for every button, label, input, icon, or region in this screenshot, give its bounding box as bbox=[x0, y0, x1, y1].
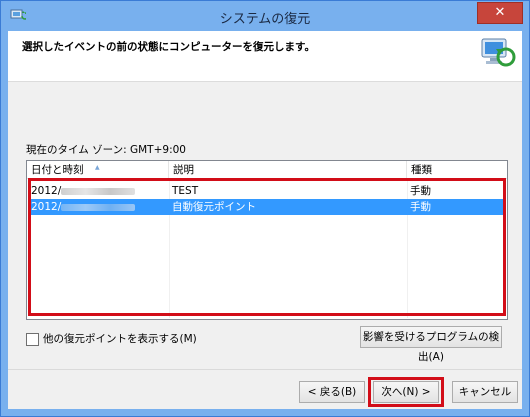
instruction-text: 選択したイベントの前の状態にコンピューターを復元します。 bbox=[22, 41, 315, 53]
table-row[interactable]: 2012/ TEST 手動 bbox=[28, 183, 506, 199]
blurred-timestamp bbox=[61, 203, 136, 211]
dialog-header: 選択したイベントの前の状態にコンピューターを復元します。 bbox=[8, 31, 522, 82]
show-more-label: 他の復元ポイントを表示する(M) bbox=[43, 333, 197, 345]
column-header-type[interactable]: 種類 bbox=[407, 161, 507, 179]
column-header-description[interactable]: 説明 bbox=[169, 161, 407, 179]
date-cell: 2012/ bbox=[28, 183, 169, 199]
column-header-date-label: 日付と時刻 bbox=[31, 164, 84, 176]
footer-separator bbox=[8, 369, 522, 370]
table-row-selected[interactable]: 2012/ 自動復元ポイント 手動 bbox=[28, 199, 506, 215]
type-cell: 手動 bbox=[410, 201, 431, 213]
close-button[interactable]: ✕ bbox=[477, 2, 523, 24]
window-title: システムの復元 bbox=[219, 12, 311, 27]
show-more-restore-points[interactable]: 他の復元ポイントを表示する(M) bbox=[26, 331, 197, 346]
description-cell: 自動復元ポイント bbox=[172, 201, 256, 213]
cancel-button[interactable]: キャンセル bbox=[452, 381, 518, 403]
system-restore-window: システムの復元 ✕ 選択したイベントの前の状態にコンピューターを復元します。 現… bbox=[0, 0, 530, 417]
back-button[interactable]: < 戻る(B) bbox=[299, 381, 365, 403]
detect-affected-programs-button[interactable]: 影響を受けるプログラムの検出(A) bbox=[360, 326, 502, 363]
column-header-date[interactable]: 日付と時刻 ▲ bbox=[27, 161, 169, 179]
type-cell: 手動 bbox=[410, 185, 431, 197]
show-more-checkbox[interactable] bbox=[26, 332, 39, 346]
blurred-timestamp bbox=[61, 187, 136, 195]
date-text: 2012/ bbox=[31, 201, 62, 213]
title-bar[interactable]: システムの復元 ✕ bbox=[1, 1, 529, 31]
date-cell: 2012/ bbox=[28, 199, 169, 215]
restore-point-list[interactable]: 日付と時刻 ▲ 説明 種類 2012/ TEST 手動 2012/ 自動復元ポイ… bbox=[26, 160, 508, 320]
description-cell: TEST bbox=[172, 185, 199, 197]
date-text: 2012/ bbox=[31, 185, 62, 197]
timezone-label: 現在のタイム ゾーン: GMT+9:00 bbox=[26, 144, 186, 156]
next-button[interactable]: 次へ(N) > bbox=[373, 381, 439, 403]
dialog-body: 選択したイベントの前の状態にコンピューターを復元します。 現在のタイム ゾーン:… bbox=[8, 31, 522, 409]
restore-computer-icon bbox=[481, 38, 516, 67]
sort-ascending-icon: ▲ bbox=[95, 164, 100, 171]
